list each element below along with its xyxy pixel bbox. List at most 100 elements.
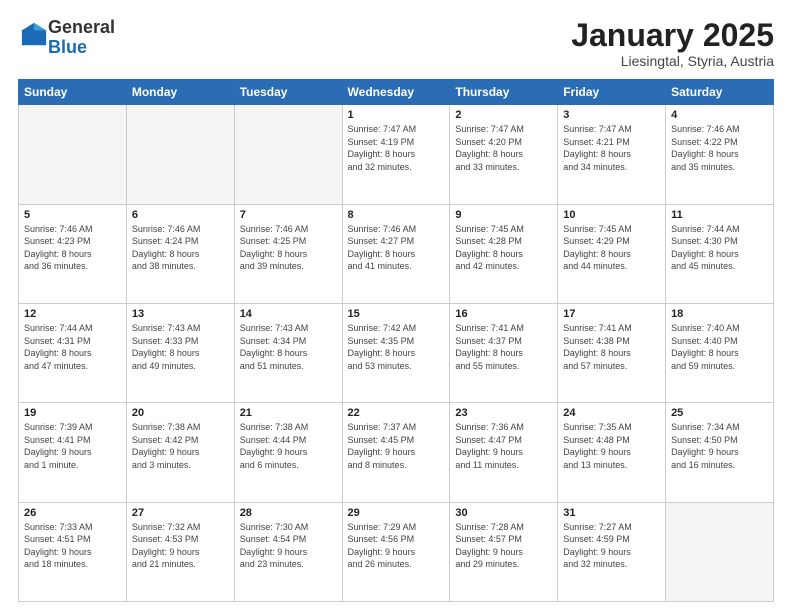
day-info: Sunrise: 7:33 AM Sunset: 4:51 PM Dayligh… — [24, 521, 121, 571]
day-number: 27 — [132, 507, 229, 519]
table-row: 28Sunrise: 7:30 AM Sunset: 4:54 PM Dayli… — [234, 502, 342, 601]
day-info: Sunrise: 7:42 AM Sunset: 4:35 PM Dayligh… — [348, 322, 445, 372]
calendar-week-row: 1Sunrise: 7:47 AM Sunset: 4:19 PM Daylig… — [19, 105, 774, 204]
col-friday: Friday — [558, 80, 666, 105]
table-row: 11Sunrise: 7:44 AM Sunset: 4:30 PM Dayli… — [666, 204, 774, 303]
col-wednesday: Wednesday — [342, 80, 450, 105]
day-number: 28 — [240, 507, 337, 519]
day-number: 21 — [240, 407, 337, 419]
calendar-week-row: 19Sunrise: 7:39 AM Sunset: 4:41 PM Dayli… — [19, 403, 774, 502]
day-number: 15 — [348, 308, 445, 320]
table-row: 3 Sunrise: 7:47 AM Sunset: 4:21 PM Daylig… — [558, 105, 666, 204]
day-number: 12 — [24, 308, 121, 320]
table-row: 9 Sunrise: 7:45 AM Sunset: 4:28 PM Daylig… — [450, 204, 558, 303]
day-info: Sunrise: 7:47 AM Sunset: 4:21 PM Dayligh… — [563, 123, 660, 173]
calendar-header-row: Sunday Monday Tuesday Wednesday Thursday… — [19, 80, 774, 105]
day-number: 31 — [563, 507, 660, 519]
table-row: 2 Sunrise: 7:47 AM Sunset: 4:20 PM Daylig… — [450, 105, 558, 204]
table-row — [126, 105, 234, 204]
table-row: 21 Sunrise: 7:38 AM Sunset: 4:44 PM Dayli… — [234, 403, 342, 502]
table-row: 18Sunrise: 7:40 AM Sunset: 4:40 PM Dayli… — [666, 303, 774, 402]
day-number: 22 — [348, 407, 445, 419]
table-row: 30 Sunrise: 7:28 AM Sunset: 4:57 PM Dayli… — [450, 502, 558, 601]
calendar-table: Sunday Monday Tuesday Wednesday Thursday… — [18, 79, 774, 602]
day-number: 2 — [455, 109, 552, 121]
day-info: Sunrise: 7:45 AM Sunset: 4:28 PM Dayligh… — [455, 223, 552, 273]
table-row: 26Sunrise: 7:33 AM Sunset: 4:51 PM Dayli… — [19, 502, 127, 601]
table-row: 4Sunrise: 7:46 AM Sunset: 4:22 PM Daylig… — [666, 105, 774, 204]
table-row: 24Sunrise: 7:35 AM Sunset: 4:48 PM Dayli… — [558, 403, 666, 502]
calendar-week-row: 26Sunrise: 7:33 AM Sunset: 4:51 PM Dayli… — [19, 502, 774, 601]
table-row: 6Sunrise: 7:46 AM Sunset: 4:24 PM Daylig… — [126, 204, 234, 303]
day-info: Sunrise: 7:46 AM Sunset: 4:27 PM Dayligh… — [348, 223, 445, 273]
day-number: 25 — [671, 407, 768, 419]
table-row: 5 Sunrise: 7:46 AM Sunset: 4:23 PM Daylig… — [19, 204, 127, 303]
day-number: 14 — [240, 308, 337, 320]
day-info: Sunrise: 7:37 AM Sunset: 4:45 PM Dayligh… — [348, 421, 445, 471]
page: General Blue January 2025 Liesingtal, St… — [0, 0, 792, 612]
table-row: 15 Sunrise: 7:42 AM Sunset: 4:35 PM Dayli… — [342, 303, 450, 402]
table-row — [666, 502, 774, 601]
day-info: Sunrise: 7:43 AM Sunset: 4:34 PM Dayligh… — [240, 322, 337, 372]
logo-general-text: General — [48, 17, 115, 37]
table-row: 8 Sunrise: 7:46 AM Sunset: 4:27 PM Daylig… — [342, 204, 450, 303]
table-row: 17 Sunrise: 7:41 AM Sunset: 4:38 PM Dayli… — [558, 303, 666, 402]
calendar-week-row: 5 Sunrise: 7:46 AM Sunset: 4:23 PM Daylig… — [19, 204, 774, 303]
day-info: Sunrise: 7:38 AM Sunset: 4:44 PM Dayligh… — [240, 421, 337, 471]
day-number: 3 — [563, 109, 660, 121]
day-info: Sunrise: 7:32 AM Sunset: 4:53 PM Dayligh… — [132, 521, 229, 571]
day-number: 16 — [455, 308, 552, 320]
day-number: 4 — [671, 109, 768, 121]
table-row: 27 Sunrise: 7:32 AM Sunset: 4:53 PM Dayli… — [126, 502, 234, 601]
day-number: 13 — [132, 308, 229, 320]
day-number: 5 — [24, 209, 121, 221]
table-row: 22 Sunrise: 7:37 AM Sunset: 4:45 PM Dayli… — [342, 403, 450, 502]
day-info: Sunrise: 7:43 AM Sunset: 4:33 PM Dayligh… — [132, 322, 229, 372]
day-number: 30 — [455, 507, 552, 519]
table-row: 20 Sunrise: 7:38 AM Sunset: 4:42 PM Dayli… — [126, 403, 234, 502]
table-row: 31 Sunrise: 7:27 AM Sunset: 4:59 PM Dayli… — [558, 502, 666, 601]
day-number: 8 — [348, 209, 445, 221]
calendar-week-row: 12 Sunrise: 7:44 AM Sunset: 4:31 PM Dayli… — [19, 303, 774, 402]
day-info: Sunrise: 7:34 AM Sunset: 4:50 PM Dayligh… — [671, 421, 768, 471]
day-info: Sunrise: 7:39 AM Sunset: 4:41 PM Dayligh… — [24, 421, 121, 471]
day-info: Sunrise: 7:38 AM Sunset: 4:42 PM Dayligh… — [132, 421, 229, 471]
table-row: 25 Sunrise: 7:34 AM Sunset: 4:50 PM Dayli… — [666, 403, 774, 502]
day-info: Sunrise: 7:41 AM Sunset: 4:38 PM Dayligh… — [563, 322, 660, 372]
day-number: 7 — [240, 209, 337, 221]
table-row: 12 Sunrise: 7:44 AM Sunset: 4:31 PM Dayli… — [19, 303, 127, 402]
day-info: Sunrise: 7:44 AM Sunset: 4:31 PM Dayligh… — [24, 322, 121, 372]
logo-blue-text: Blue — [48, 37, 87, 57]
day-info: Sunrise: 7:47 AM Sunset: 4:19 PM Dayligh… — [348, 123, 445, 173]
day-number: 6 — [132, 209, 229, 221]
day-info: Sunrise: 7:47 AM Sunset: 4:20 PM Dayligh… — [455, 123, 552, 173]
col-monday: Monday — [126, 80, 234, 105]
col-tuesday: Tuesday — [234, 80, 342, 105]
day-info: Sunrise: 7:46 AM Sunset: 4:25 PM Dayligh… — [240, 223, 337, 273]
logo-icon — [20, 21, 48, 49]
day-number: 20 — [132, 407, 229, 419]
title-area: January 2025 Liesingtal, Styria, Austria — [571, 18, 774, 69]
day-number: 29 — [348, 507, 445, 519]
day-info: Sunrise: 7:35 AM Sunset: 4:48 PM Dayligh… — [563, 421, 660, 471]
day-info: Sunrise: 7:44 AM Sunset: 4:30 PM Dayligh… — [671, 223, 768, 273]
table-row: 13 Sunrise: 7:43 AM Sunset: 4:33 PM Dayli… — [126, 303, 234, 402]
day-number: 17 — [563, 308, 660, 320]
table-row: 1Sunrise: 7:47 AM Sunset: 4:19 PM Daylig… — [342, 105, 450, 204]
table-row: 16 Sunrise: 7:41 AM Sunset: 4:37 PM Dayli… — [450, 303, 558, 402]
day-info: Sunrise: 7:41 AM Sunset: 4:37 PM Dayligh… — [455, 322, 552, 372]
day-info: Sunrise: 7:28 AM Sunset: 4:57 PM Dayligh… — [455, 521, 552, 571]
day-number: 23 — [455, 407, 552, 419]
day-number: 9 — [455, 209, 552, 221]
table-row: 10Sunrise: 7:45 AM Sunset: 4:29 PM Dayli… — [558, 204, 666, 303]
table-row: 14 Sunrise: 7:43 AM Sunset: 4:34 PM Dayli… — [234, 303, 342, 402]
day-info: Sunrise: 7:27 AM Sunset: 4:59 PM Dayligh… — [563, 521, 660, 571]
day-info: Sunrise: 7:46 AM Sunset: 4:23 PM Dayligh… — [24, 223, 121, 273]
table-row — [234, 105, 342, 204]
table-row — [19, 105, 127, 204]
col-saturday: Saturday — [666, 80, 774, 105]
table-row: 29Sunrise: 7:29 AM Sunset: 4:56 PM Dayli… — [342, 502, 450, 601]
month-title: January 2025 — [571, 18, 774, 53]
col-thursday: Thursday — [450, 80, 558, 105]
day-number: 18 — [671, 308, 768, 320]
